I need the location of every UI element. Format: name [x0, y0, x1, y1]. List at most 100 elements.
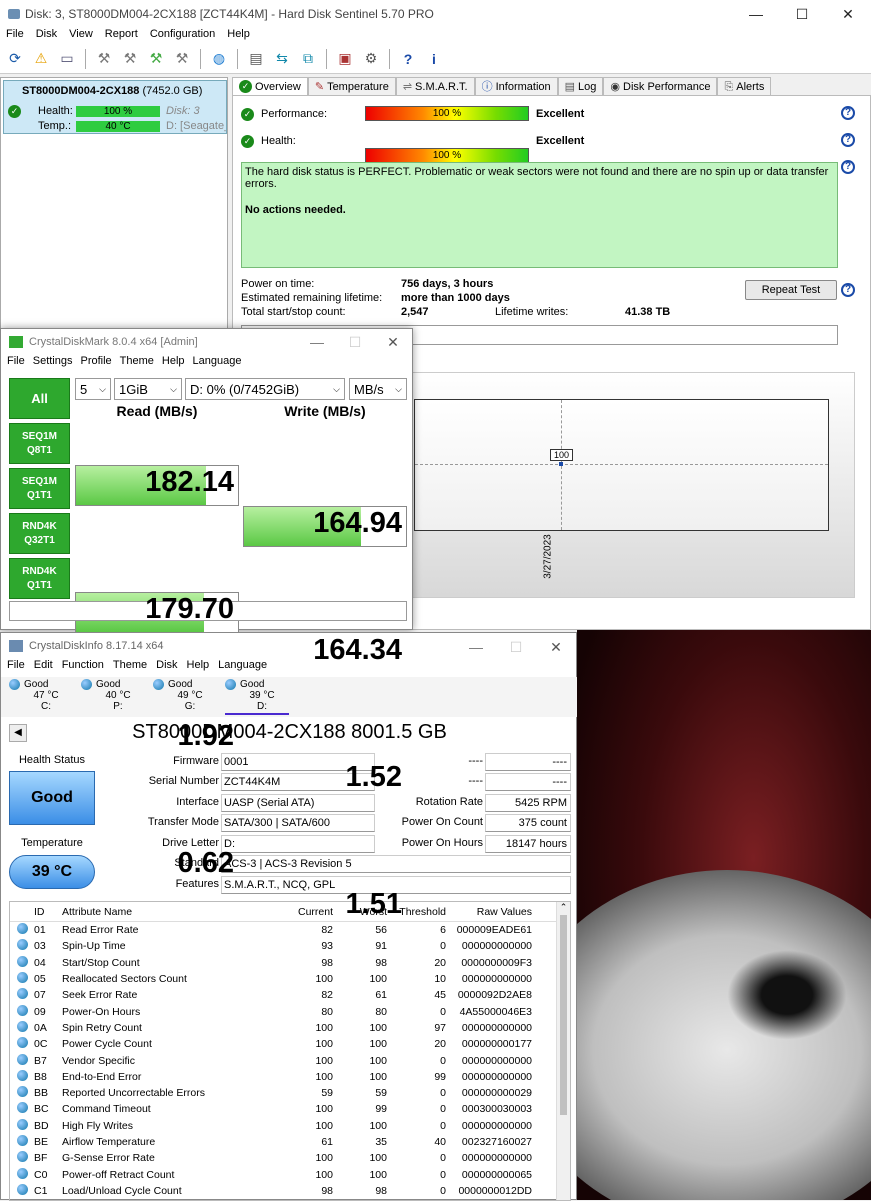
menu-configuration[interactable]: Configuration [144, 28, 221, 44]
test-button-0[interactable]: SEQ1M Q8T1 [9, 423, 70, 464]
drive-tab-0[interactable]: Good 47 °C C: [9, 679, 73, 715]
test-button-3[interactable]: RND4K Q1T1 [9, 558, 70, 599]
read-result-value: 179.70 [145, 593, 234, 625]
table-row[interactable]: BE Airflow Temperature 61 35 40 00232716… [10, 1134, 570, 1150]
disk-icon[interactable]: ▭ [56, 48, 78, 70]
cdi-menu-function[interactable]: Function [62, 659, 104, 675]
info-icon[interactable]: i [423, 48, 445, 70]
drive-select[interactable]: D: 0% (0/7452GiB) ⌵ [185, 378, 345, 400]
smart-scrollbar[interactable]: ⌃ [556, 902, 570, 1200]
table-row[interactable]: 07 Seek Error Rate 82 61 45 0000092D2AE8 [10, 987, 570, 1003]
test-button-2[interactable]: RND4K Q32T1 [9, 513, 70, 554]
cdm-maximize-button[interactable]: ☐ [336, 328, 374, 356]
cdm-menu-profile[interactable]: Profile [80, 355, 111, 371]
network-icon[interactable]: ⧉ [297, 48, 319, 70]
cdm-menu-theme[interactable]: Theme [120, 355, 154, 371]
col-id[interactable]: ID [34, 906, 62, 918]
monitor-icon[interactable]: ▣ [334, 48, 356, 70]
cdm-menu-help[interactable]: Help [162, 355, 185, 371]
attr-raw: 000000000000 [461, 1119, 532, 1132]
table-row[interactable]: C0 Power-off Retract Count 100 100 0 000… [10, 1166, 570, 1182]
table-row[interactable]: 0A Spin Retry Count 100 100 97 000000000… [10, 1020, 570, 1036]
refresh-icon[interactable]: ⟳ [4, 48, 26, 70]
globe-icon[interactable]: ◍ [208, 48, 230, 70]
table-row[interactable]: 09 Power-On Hours 80 80 0 4A55000046E3 [10, 1003, 570, 1019]
cdm-menu-language[interactable]: Language [193, 355, 242, 371]
table-row[interactable]: B7 Vendor Specific 100 100 0 00000000000… [10, 1052, 570, 1068]
tab-disk-performance[interactable]: ◉ Disk Performance [603, 77, 718, 95]
cdm-close-button[interactable]: ✕ [374, 328, 412, 356]
unit-select[interactable]: MB/s ⌵ [349, 378, 407, 400]
table-row[interactable]: BD High Fly Writes 100 100 0 00000000000… [10, 1118, 570, 1134]
scroll-up-icon[interactable]: ⌃ [557, 902, 570, 913]
col-raw-values[interactable]: Raw Values [446, 906, 532, 918]
disk-list-item[interactable]: ST8000DM004-2CX188 (7452.0 GB) ✓ Health:… [3, 80, 227, 134]
test-icon-3[interactable]: ⚒ [145, 48, 167, 70]
cdm-menu-settings[interactable]: Settings [33, 355, 73, 371]
col-attribute-name[interactable]: Attribute Name [62, 906, 274, 918]
all-button[interactable]: All [9, 378, 70, 419]
menu-disk[interactable]: Disk [30, 28, 63, 44]
drive-tab-1[interactable]: Good 40 °C P: [81, 679, 145, 715]
cdi-menu-edit[interactable]: Edit [34, 659, 53, 675]
tab-smart[interactable]: ⇌ S.M.A.R.T. [395, 77, 475, 95]
tab-alerts[interactable]: ⎘ Alerts [717, 77, 772, 95]
menu-report[interactable]: Report [99, 28, 144, 44]
report-icon[interactable]: ▤ [245, 48, 267, 70]
table-row[interactable]: B8 End-to-End Error 100 100 99 000000000… [10, 1069, 570, 1085]
tab-temperature[interactable]: ✎ Temperature [307, 77, 396, 95]
cdi-menu-file[interactable]: File [7, 659, 25, 675]
cdm-menu-file[interactable]: File [7, 355, 25, 371]
table-row[interactable]: BC Command Timeout 100 99 0 000300030003 [10, 1101, 570, 1117]
attr-current: 80 [321, 1005, 333, 1018]
table-row[interactable]: BB Reported Uncorrectable Errors 59 59 0… [10, 1085, 570, 1101]
table-row[interactable]: 01 Read Error Rate 82 56 6 000009EADE61 [10, 922, 570, 938]
cdi-menu-help[interactable]: Help [187, 659, 210, 675]
maximize-button[interactable]: ☐ [779, 0, 825, 28]
test-icon-1[interactable]: ⚒ [93, 48, 115, 70]
status-help-icon[interactable]: ? [841, 160, 855, 174]
menu-file[interactable]: File [0, 28, 30, 44]
table-row[interactable]: BF G-Sense Error Rate 100 100 0 00000000… [10, 1150, 570, 1166]
tab-log[interactable]: ▤ Log [557, 77, 604, 95]
close-button[interactable]: ✕ [825, 0, 871, 28]
temperature-button[interactable]: 39 °C [9, 855, 95, 889]
settings-icon[interactable]: ⚙ [360, 48, 382, 70]
cdi-menu-language[interactable]: Language [218, 659, 267, 675]
table-row[interactable]: 05 Reallocated Sectors Count 100 100 10 … [10, 971, 570, 987]
cdi-menu-disk[interactable]: Disk [156, 659, 177, 675]
cdi-minimize-button[interactable]: — [456, 633, 496, 661]
test-icon-4[interactable]: ⚒ [171, 48, 193, 70]
menu-view[interactable]: View [63, 28, 99, 44]
health-status-button[interactable]: Good [9, 771, 95, 825]
count-select[interactable]: 5 ⌵ [75, 378, 111, 400]
repeat-test-button[interactable]: Repeat Test [745, 280, 837, 300]
send-icon[interactable]: ⇆ [271, 48, 293, 70]
table-row[interactable]: 03 Spin-Up Time 93 91 0 000000000000 [10, 938, 570, 954]
tab-information[interactable]: ⓘ Information [474, 77, 558, 95]
size-select[interactable]: 1GiB ⌵ [114, 378, 182, 400]
cdi-close-button[interactable]: ✕ [536, 633, 576, 661]
status-text-box: The hard disk status is PERFECT. Problem… [241, 162, 838, 268]
test-button-1[interactable]: SEQ1M Q1T1 [9, 468, 70, 509]
cdi-maximize-button[interactable]: ☐ [496, 633, 536, 661]
tab-overview[interactable]: ✓ Overview [232, 77, 308, 95]
col-current[interactable]: Current [274, 906, 333, 918]
attr-threshold: 0 [440, 1054, 446, 1067]
table-row[interactable]: 04 Start/Stop Count 98 98 20 0000000009F… [10, 955, 570, 971]
scroll-thumb[interactable] [560, 915, 567, 1115]
drive-tab-3[interactable]: Good 39 °C D: [225, 679, 289, 715]
table-row[interactable]: C1 Load/Unload Cycle Count 98 98 0 00000… [10, 1183, 570, 1199]
warning-icon[interactable]: ⚠ [30, 48, 52, 70]
table-row[interactable]: 0C Power Cycle Count 100 100 20 00000000… [10, 1036, 570, 1052]
cdi-menu-theme[interactable]: Theme [113, 659, 147, 675]
test-icon-2[interactable]: ⚒ [119, 48, 141, 70]
menu-help[interactable]: Help [221, 28, 256, 44]
help-icon[interactable]: ? [397, 48, 419, 70]
health-help-icon[interactable]: ? [841, 133, 855, 147]
minimize-button[interactable]: — [733, 0, 779, 28]
cdm-minimize-button[interactable]: — [298, 328, 336, 356]
repeat-help-icon[interactable]: ? [841, 283, 855, 297]
performance-help-icon[interactable]: ? [841, 106, 855, 120]
drive-tab-2[interactable]: Good 49 °C G: [153, 679, 217, 715]
